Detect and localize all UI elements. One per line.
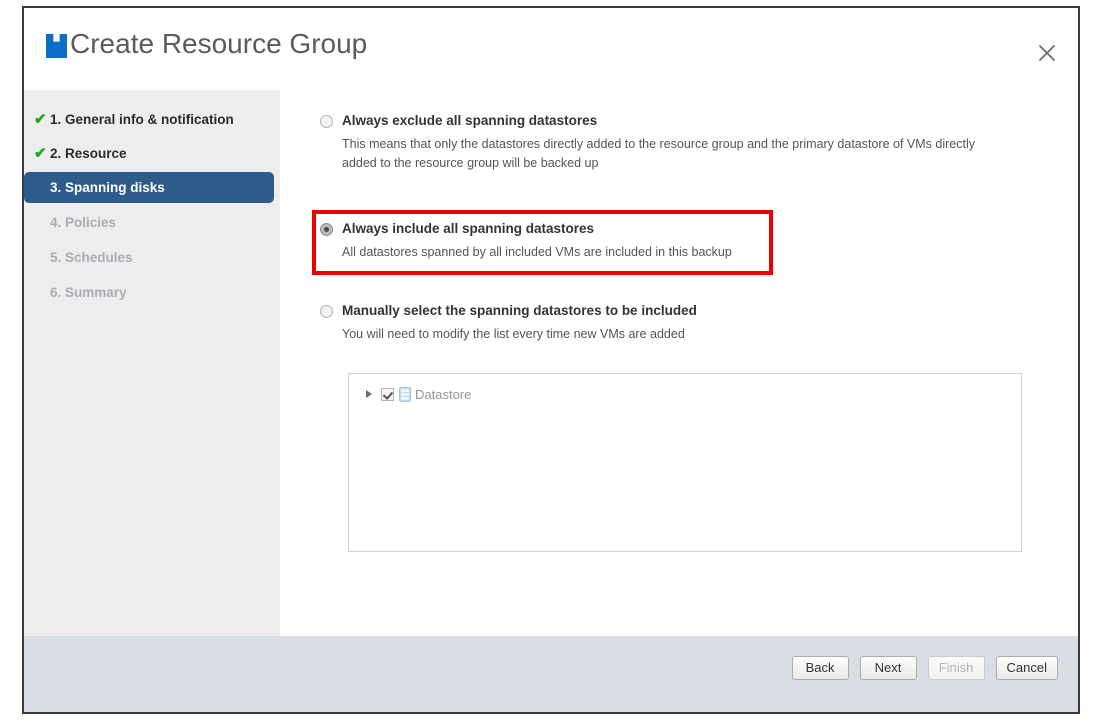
sidebar-item-policies[interactable]: 4. Policies	[24, 207, 280, 237]
radio-include-all[interactable]	[320, 223, 333, 236]
close-icon[interactable]	[1032, 38, 1062, 68]
sidebar-item-label: 1. General info & notification	[50, 111, 234, 127]
sidebar-item-general-info[interactable]: ✔ 1. General info & notification	[24, 104, 280, 134]
radio-exclude-all[interactable]	[320, 115, 333, 128]
radio-manual-select[interactable]	[320, 305, 333, 318]
chevron-right-icon[interactable]	[366, 390, 372, 398]
step-complete-icon: ✔	[34, 144, 47, 162]
option-description: You will need to modify the list every t…	[342, 327, 685, 341]
sidebar-item-summary[interactable]: 6. Summary	[24, 277, 280, 307]
sidebar-item-label: 4. Policies	[50, 214, 117, 230]
create-resource-group-dialog: Create Resource Group ✔ 1. General info …	[22, 6, 1080, 714]
footer-button-row: Back Next Finish Cancel	[791, 656, 1058, 680]
back-button[interactable]: Back	[791, 656, 849, 680]
dialog-footer: Back Next Finish Cancel	[24, 636, 1078, 712]
cancel-button[interactable]: Cancel	[995, 656, 1058, 680]
step-complete-icon: ✔	[34, 110, 47, 128]
sidebar-item-label: 3. Spanning disks	[50, 180, 165, 195]
option-title: Always include all spanning datastores	[342, 221, 595, 236]
sidebar-item-label: 2. Resource	[50, 145, 127, 161]
sidebar-item-resource[interactable]: ✔ 2. Resource	[24, 138, 280, 168]
sidebar-item-schedules[interactable]: 5. Schedules	[24, 242, 280, 272]
screenshot-root: Create Resource Group ✔ 1. General info …	[0, 0, 1095, 722]
spanning-disks-panel: Always exclude all spanning datastores T…	[280, 90, 1078, 636]
tree-item-datastore[interactable]: Datastore	[349, 384, 1021, 404]
next-button[interactable]: Next	[859, 656, 917, 680]
sidebar-item-label: 6. Summary	[50, 284, 127, 300]
sidebar-item-label: 5. Schedules	[50, 249, 133, 265]
wizard-steps-sidebar: ✔ 1. General info & notification ✔ 2. Re…	[24, 90, 280, 636]
sidebar-item-spanning-disks[interactable]: 3. Spanning disks	[24, 172, 274, 203]
page-title: Create Resource Group	[70, 28, 368, 59]
datastore-checkbox[interactable]	[381, 387, 394, 401]
tree-item-label: Datastore	[415, 386, 472, 402]
option-include-all-spanning-datastores[interactable]: Always include all spanning datastores A…	[320, 221, 732, 262]
option-title: Manually select the spanning datastores …	[342, 303, 697, 318]
finish-button: Finish	[927, 656, 985, 680]
option-description: This means that only the datastores dire…	[342, 137, 975, 170]
dialog-title-bar: Create Resource Group	[24, 8, 1078, 90]
option-description: All datastores spanned by all included V…	[342, 245, 732, 259]
option-title: Always exclude all spanning datastores	[342, 113, 598, 128]
option-exclude-all-spanning-datastores[interactable]: Always exclude all spanning datastores T…	[320, 113, 1002, 173]
datastore-icon	[399, 386, 411, 402]
netapp-logo-icon	[46, 34, 67, 58]
option-manually-select-spanning-datastores[interactable]: Manually select the spanning datastores …	[320, 303, 697, 344]
datastore-tree-listbox[interactable]: Datastore	[348, 373, 1022, 552]
